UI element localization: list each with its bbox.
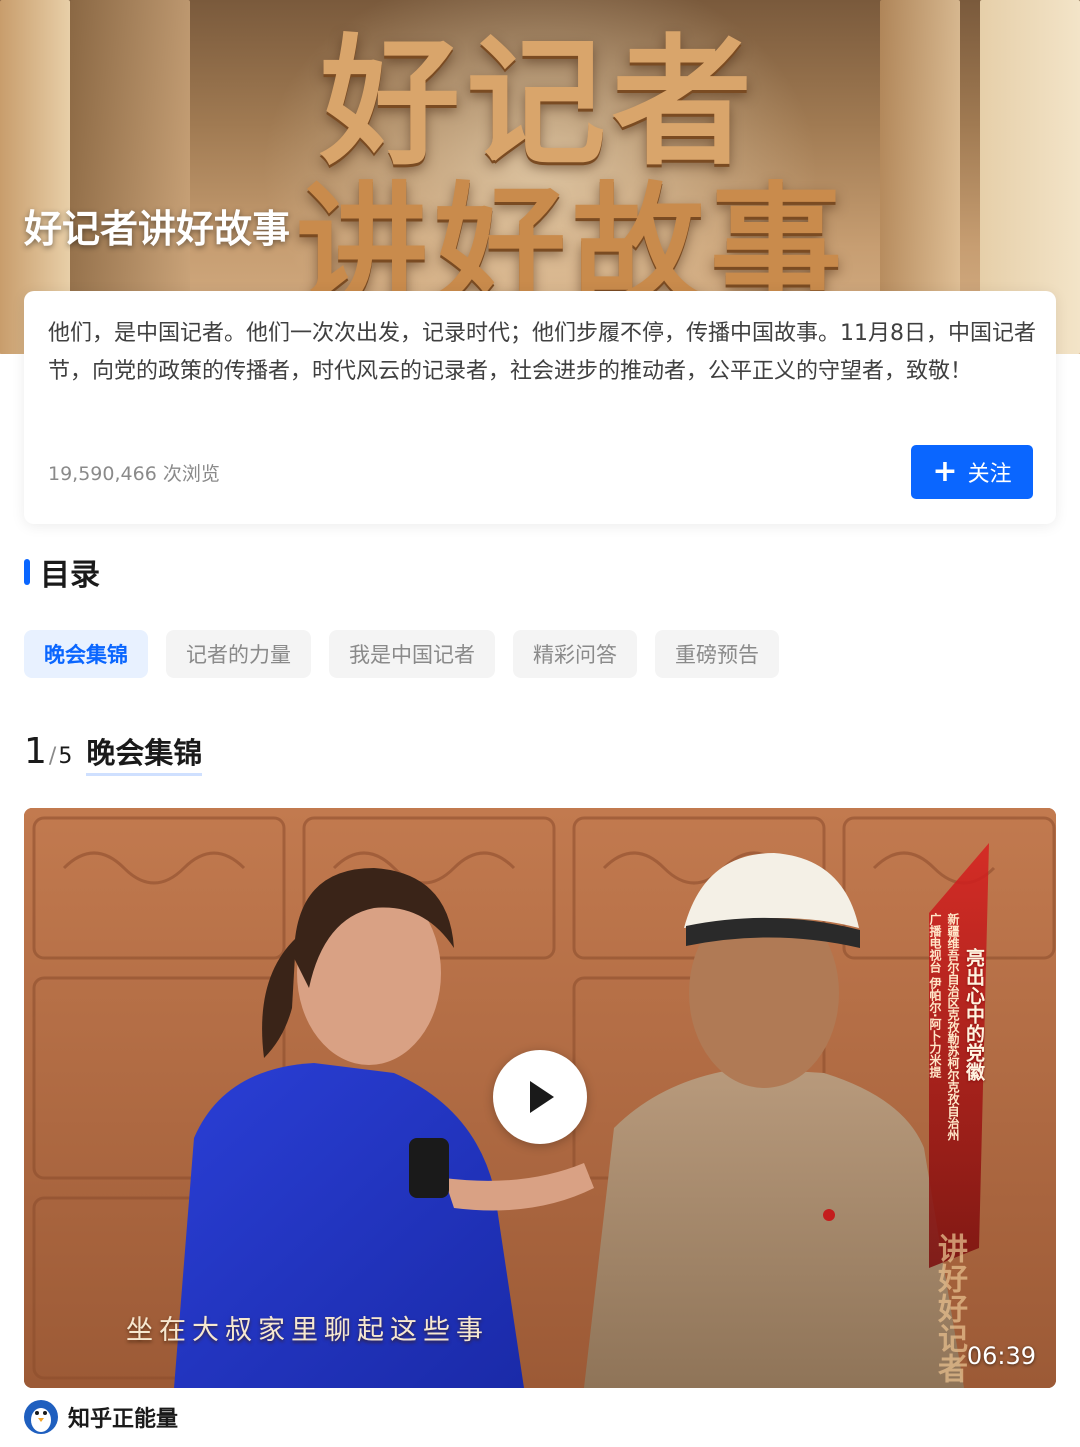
video-author[interactable]: 知乎正能量 [24,1400,178,1434]
play-button[interactable] [493,1050,587,1144]
video-overlay-reporter: 广播电视台 伊帕尔·阿卜力米提 [928,913,942,1078]
video-overlay-title: 亮出心中的党徽 [963,948,985,1081]
catalog-tabs: 晚会集锦 记者的力量 我是中国记者 精彩问答 重磅预告 [24,630,779,678]
video-player[interactable]: 广播电视台 伊帕尔·阿卜力米提 新疆维吾尔自治区克孜勒苏柯尔克孜自治州 亮出心中… [24,808,1056,1388]
follow-button-label: 关注 [967,462,1012,487]
tab-gala-highlights[interactable]: 晚会集锦 [24,630,148,678]
follow-button[interactable]: + 关注 [911,445,1033,499]
tab-qa[interactable]: 精彩问答 [513,630,637,678]
video-subtitle: 坐在大叔家里聊起这些事 [126,1315,489,1346]
item-heading: 1 / 5 晚会集锦 [24,730,203,776]
view-count: 19,590,466 次浏览 [48,463,220,485]
video-duration: 06:39 [966,1342,1036,1370]
item-title: 晚会集锦 [86,730,203,776]
section-title: 目录 [40,558,100,593]
tab-i-am-chinese-reporter[interactable]: 我是中国记者 [329,630,495,678]
topic-info-card: 他们，是中国记者。他们一次次出发，记录时代；他们步履不停，传播中国故事。11月8… [24,291,1056,524]
item-index-separator: / [48,744,57,769]
video-watermark: 讲好好记者 [932,1233,967,1383]
video-overlay-reporter-org: 新疆维吾尔自治区克孜勒苏柯尔克孜自治州 [946,913,960,1141]
topic-description: 他们，是中国记者。他们一次次出发，记录时代；他们步履不停，传播中国故事。11月8… [48,321,1036,384]
tab-power-of-reporters[interactable]: 记者的力量 [166,630,311,678]
author-name: 知乎正能量 [68,1407,179,1432]
play-icon [530,1081,554,1113]
section-accent-bar [24,559,30,585]
penguin-avatar-icon [24,1400,58,1434]
banner-artwork-title: 好记者 [320,21,759,185]
tab-preview[interactable]: 重磅预告 [655,630,779,678]
plus-icon: + [932,454,958,489]
item-total: 5 [58,744,73,769]
section-header: 目录 [24,550,100,594]
page-title: 好记者讲好故事 [24,207,291,251]
item-index: 1 [24,731,47,772]
